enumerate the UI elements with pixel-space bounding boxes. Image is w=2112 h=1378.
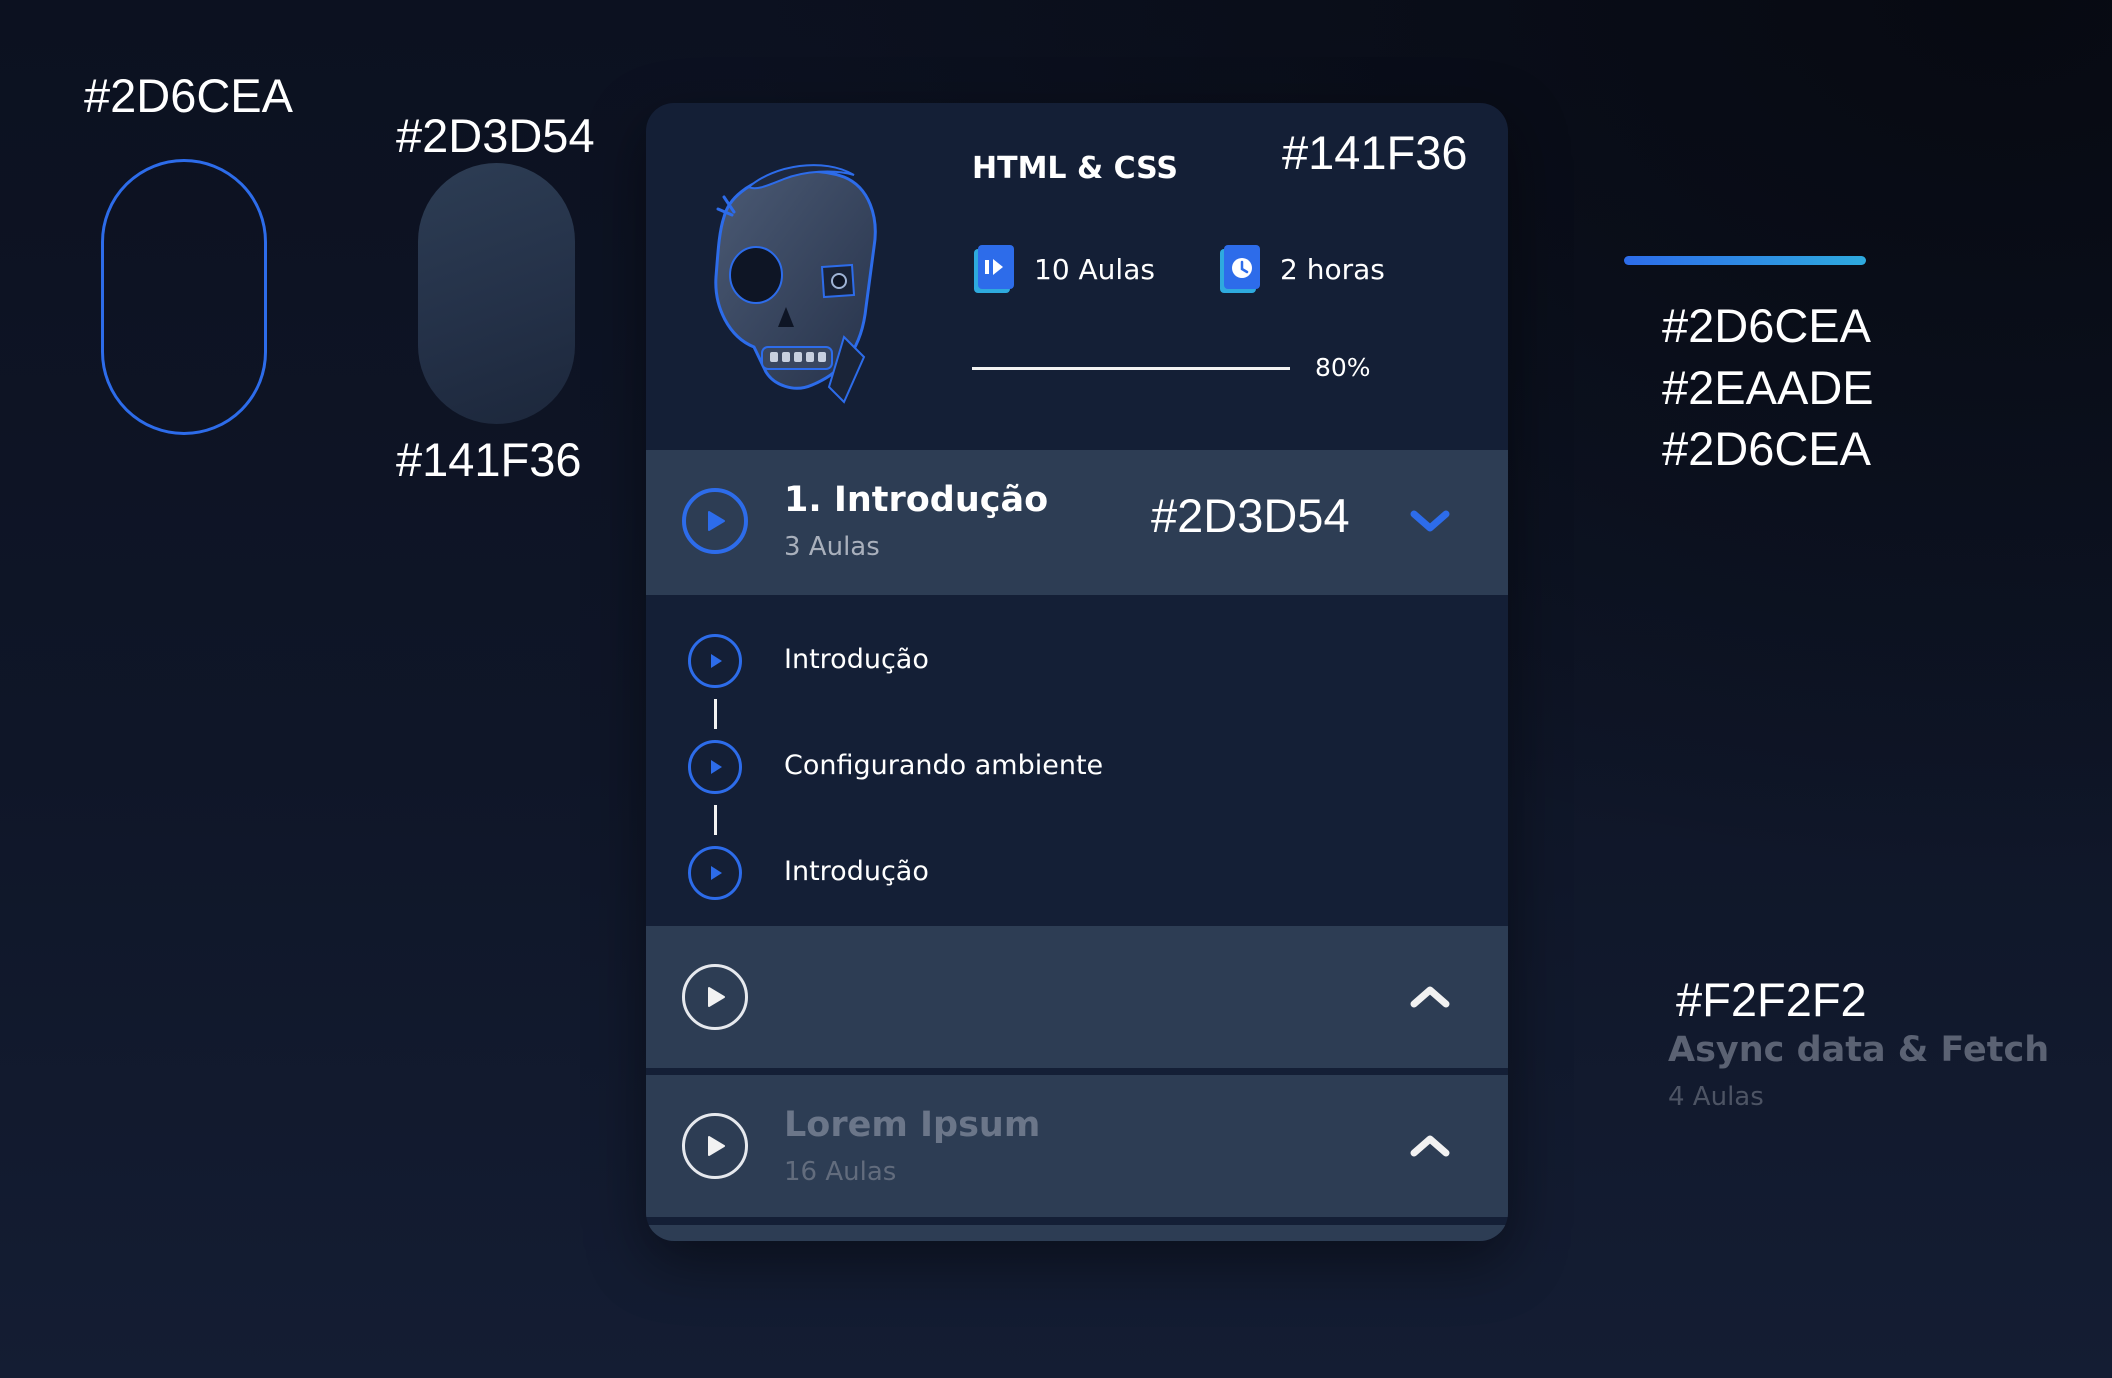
lesson-item[interactable]: Introdução [646,632,1508,692]
clock-book-icon [1220,245,1260,293]
fill-hex-label-top: #2D3D54 [396,109,595,162]
section-title: 1. Introdução [784,480,1049,520]
filled-pill-swatch [418,163,575,424]
gradient-bar-swatch [1624,256,1866,265]
duration-value: 2 horas [1280,252,1385,286]
lesson-connector [714,805,717,835]
gradient-hex-1: #2D6CEA [1662,299,1871,352]
gradient-hex-2: #2EAADE [1662,361,1874,414]
skull-cyborg-illustration [714,164,877,404]
card-footer-strip [646,1225,1508,1241]
section-subtitle: 16 Aulas [784,1157,897,1187]
lesson-play-button[interactable] [688,634,742,688]
outline-hex-label: #2D6CEA [84,69,293,122]
duration-stat: 2 horas [1218,243,1385,295]
section-header-collapsed[interactable] [646,926,1508,1068]
course-card: HTML & CSS #141F36 10 Aulas 2 horas 80% … [646,103,1508,1241]
chevron-down-icon[interactable] [1408,506,1452,536]
gradient-hex-3: #2D6CEA [1662,422,1871,475]
sample-section-title: Async data & Fetch [1668,1030,2050,1070]
fill-hex-label-bottom: #141F36 [396,433,582,486]
play-icon [708,1136,725,1156]
play-icon [711,760,722,774]
play-button[interactable] [682,1113,748,1179]
sample-section-subtitle: 4 Aulas [1668,1082,1764,1112]
play-button[interactable] [682,964,748,1030]
section-header-lorem-ipsum[interactable]: Lorem Ipsum 16 Aulas [646,1075,1508,1217]
lessons-stat: 10 Aulas [972,243,1155,295]
chevron-up-icon[interactable] [1408,1131,1452,1161]
play-icon [708,987,725,1007]
lesson-item[interactable]: Introdução [646,844,1508,904]
lesson-play-button[interactable] [688,740,742,794]
course-title: HTML & CSS [972,151,1179,186]
lesson-connector [714,699,717,729]
progress-label: 80% [1315,353,1371,382]
card-hex-label: #141F36 [1282,126,1468,179]
chevron-up-icon[interactable] [1408,982,1452,1012]
play-icon [708,511,725,531]
section-title: Lorem Ipsum [784,1105,1041,1145]
lessons-count: 10 Aulas [1034,252,1155,286]
lesson-label: Configurando ambiente [784,750,1104,781]
section-subtitle: 3 Aulas [784,532,880,562]
section-header-introducao[interactable]: 1. Introdução 3 Aulas #2D3D54 [646,450,1508,595]
progress-bar [972,367,1290,370]
lesson-play-button[interactable] [688,846,742,900]
lesson-label: Introdução [784,644,929,675]
text-hex-label: #F2F2F2 [1676,973,1867,1026]
lesson-label: Introdução [784,856,929,887]
section-hex-label: #2D3D54 [1151,489,1350,542]
video-book-icon [974,245,1014,293]
lesson-item[interactable]: Configurando ambiente [646,738,1508,798]
outline-pill-swatch [101,159,267,435]
play-icon [711,654,722,668]
play-button[interactable] [682,488,748,554]
play-icon [711,866,722,880]
